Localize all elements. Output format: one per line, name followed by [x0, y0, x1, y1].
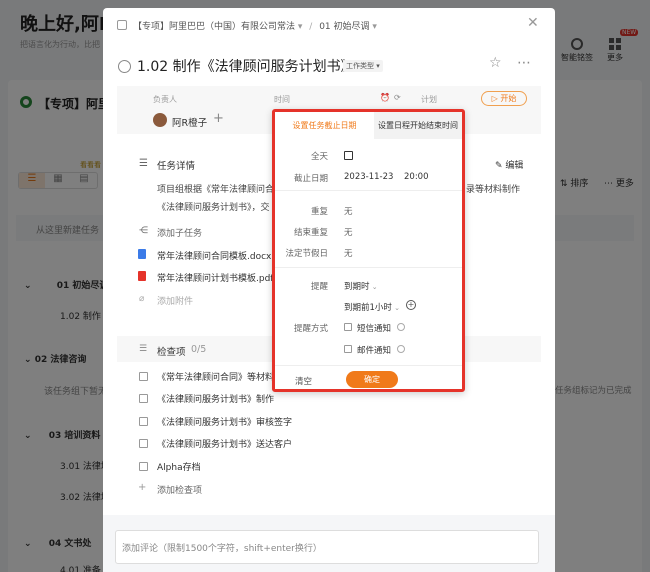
tab-deadline[interactable]: 设置任务截止日期: [275, 112, 374, 139]
divider: [275, 365, 462, 366]
chevron-down-icon: ▾: [374, 62, 380, 70]
edit-button[interactable]: ✎ 编辑: [495, 158, 523, 171]
remind-select-2[interactable]: 到期前1小时 ⌄: [344, 301, 400, 313]
email-label: 邮件通知: [357, 346, 392, 356]
close-icon[interactable]: ✕: [527, 15, 539, 31]
star-icon[interactable]: ☆: [489, 55, 502, 71]
subtask-icon: ⋲: [139, 226, 148, 236]
pdf-file-icon: [138, 271, 146, 281]
repeat-value[interactable]: 无: [344, 205, 353, 217]
checklist-item[interactable]: 《法律顾问服务计划书》制作: [157, 392, 274, 405]
more-icon[interactable]: ⋯: [517, 55, 531, 71]
remind-method-label: 提醒方式: [293, 324, 328, 334]
add-reminder-icon[interactable]: +: [406, 300, 416, 310]
paperclip-icon: ⌀: [139, 294, 145, 304]
checklist-item-checkbox[interactable]: [139, 417, 148, 426]
allday-checkbox[interactable]: [344, 151, 353, 160]
holiday-value[interactable]: 无: [344, 247, 353, 259]
checklist-item[interactable]: Alpha存档: [157, 460, 201, 473]
email-checkbox[interactable]: [344, 345, 352, 353]
time-header: 时间: [274, 95, 290, 104]
checklist-item-checkbox[interactable]: [139, 462, 148, 471]
avatar: [153, 113, 167, 127]
info-icon[interactable]: [397, 345, 405, 353]
checklist-item[interactable]: 《常年法律顾问合同》等材料: [157, 370, 274, 383]
plan-header: 计划: [421, 95, 437, 104]
comment-input[interactable]: 添加评论（限制1500个字符，shift+enter换行）: [115, 530, 539, 564]
repeat-icon[interactable]: ⟳: [394, 93, 401, 102]
add-subtask[interactable]: 添加子任务: [157, 226, 202, 239]
confirm-button[interactable]: 确定: [346, 371, 398, 388]
breadcrumb-project[interactable]: 【专项】阿里巴巴（中国）有限公司常法: [133, 22, 295, 32]
task-complete-checkbox[interactable]: [118, 60, 131, 73]
chevron-down-icon: ▾: [297, 22, 306, 32]
divider: [275, 267, 462, 268]
chevron-down-icon: ⌄: [391, 304, 401, 312]
chevron-down-icon: ⌄: [369, 283, 378, 291]
sms-label: 短信通知: [357, 324, 392, 334]
alarm-icon[interactable]: ⏰: [380, 93, 390, 102]
checklist-item[interactable]: 《法律顾问服务计划书》审核签字: [157, 415, 292, 428]
info-icon[interactable]: [397, 323, 405, 331]
end-repeat-label: 结束重复: [293, 228, 328, 238]
project-icon: [117, 20, 127, 30]
end-repeat-value[interactable]: 无: [344, 226, 353, 238]
holiday-label: 法定节假日: [285, 249, 328, 259]
breadcrumb: 【专项】阿里巴巴（中国）有限公司常法 ▾ / 01 初始尽调 ▾: [133, 22, 377, 32]
start-button[interactable]: ▷ 开始: [481, 91, 527, 106]
attachment-pdf[interactable]: 常年法律顾问计划书模板.pdf: [157, 271, 273, 284]
date-picker-popup: 设置任务截止日期 设置日程开始结束时间 全天 截止日期 2023-11-23 2…: [272, 109, 465, 392]
docx-file-icon: [138, 249, 146, 259]
deadline-date-field[interactable]: 2023-11-23: [344, 172, 393, 182]
checklist-item-checkbox[interactable]: [139, 372, 148, 381]
details-icon: ☰: [139, 158, 148, 169]
sms-checkbox[interactable]: [344, 323, 352, 331]
details-text-line-1-tail: 录等材料制作: [466, 185, 521, 195]
checklist-label: 检查项: [157, 347, 186, 358]
assignee-header: 负责人: [153, 95, 177, 104]
divider: [275, 190, 462, 191]
repeat-label: 重复: [310, 207, 328, 217]
assignee-name[interactable]: 阿R橙子: [172, 115, 207, 129]
add-assignee-icon[interactable]: +: [213, 111, 224, 126]
remind-select-1[interactable]: 到期时 ⌄: [344, 280, 378, 292]
deadline-time-field[interactable]: 20:00: [404, 172, 429, 182]
add-attachment[interactable]: 添加附件: [157, 294, 193, 307]
tab-schedule[interactable]: 设置日程开始结束时间: [374, 112, 462, 139]
details-text-line-2: 《法律顾问服务计划书》，交: [157, 203, 270, 213]
allday-label: 全天: [310, 152, 328, 162]
checklist-item-checkbox[interactable]: [139, 439, 148, 448]
deadline-label: 截止日期: [293, 174, 328, 184]
remind-label: 提醒: [310, 282, 328, 292]
add-checklist-icon: +: [138, 482, 147, 493]
add-checklist-item[interactable]: 添加检查项: [157, 483, 202, 496]
checklist-item[interactable]: 《法律顾问服务计划书》送达客户: [157, 437, 292, 450]
checklist-count: 0/5: [191, 344, 207, 355]
clear-button[interactable]: 清空: [295, 375, 312, 387]
attachment-docx[interactable]: 常年法律顾问合同模板.docx: [157, 249, 271, 262]
checklist-icon: ☰: [139, 344, 148, 354]
pen-icon: ✎: [495, 161, 506, 171]
chevron-down-icon: ▾: [372, 22, 377, 32]
task-title[interactable]: 1.02 制作《法律顾问服务计划书》: [137, 56, 355, 76]
breadcrumb-group[interactable]: 01 初始尽调: [319, 22, 369, 32]
task-type-select[interactable]: 工作类型 ▾: [343, 60, 383, 72]
checklist-item-checkbox[interactable]: [139, 394, 148, 403]
details-text-line-1: 项目组根据《常年法律顾问合: [157, 185, 275, 195]
details-label: 任务详情: [157, 161, 196, 172]
